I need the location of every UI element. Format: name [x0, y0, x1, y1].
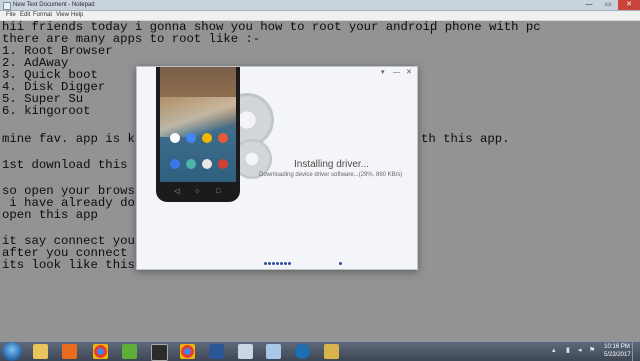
photos-icon[interactable] — [324, 344, 339, 359]
clock-time: 10:16 PM — [604, 344, 630, 350]
text-line: 1st download this — [2, 158, 128, 172]
apps-icon — [202, 159, 212, 169]
menu-edit[interactable]: Edit — [20, 11, 30, 20]
text-line-tail: th this app. — [421, 132, 510, 146]
chrome-icon[interactable] — [180, 344, 195, 359]
progress-indicator — [264, 262, 291, 265]
mouse-cursor — [431, 24, 432, 34]
messages-icon — [186, 159, 196, 169]
home-icon: ○ — [195, 188, 200, 195]
word-icon[interactable] — [209, 344, 224, 359]
start-button[interactable] — [2, 342, 22, 361]
text-line: open this app — [2, 208, 98, 222]
menu-format[interactable]: Format — [33, 11, 52, 20]
progress-dot — [272, 262, 275, 265]
progress-dot — [284, 262, 287, 265]
phone-wallpaper — [160, 97, 236, 137]
progress-dot — [276, 262, 279, 265]
play-store-icon — [218, 133, 228, 143]
text-line: mine fav. app is k — [2, 132, 135, 146]
volume-icon[interactable]: ◂ — [578, 347, 582, 355]
progress-dot — [264, 262, 267, 265]
dialog-menu-button[interactable]: ▾ — [381, 69, 385, 77]
recents-icon: □ — [216, 188, 221, 195]
dialog-close-button[interactable]: ✕ — [406, 69, 412, 77]
menu-bar: File Edit Format View Help — [0, 11, 640, 21]
progress-dot — [288, 262, 291, 265]
progress-dot — [339, 262, 342, 265]
notepad-titlebar: New Text Document - Notepad — ▭ ✕ — [0, 0, 640, 11]
utorrent-icon[interactable] — [122, 344, 137, 359]
firefox-icon[interactable] — [62, 344, 77, 359]
chrome-icon — [186, 133, 196, 143]
network-icon[interactable]: ▮ — [566, 347, 570, 355]
install-substatus: Downloading device driver software...(29… — [259, 172, 403, 178]
installer-dialog: ▾ — ✕ ◁ ○ □ Installing driver... Downloa… — [136, 66, 418, 270]
phone-icon — [170, 159, 180, 169]
video-editor-icon[interactable] — [151, 344, 168, 361]
explorer-icon[interactable] — [33, 344, 48, 359]
text-line: its look like this — [2, 258, 135, 272]
menu-file[interactable]: File — [6, 11, 16, 20]
kingoroot-icon[interactable] — [295, 344, 310, 359]
menu-help[interactable]: Help — [71, 11, 83, 20]
flag-icon[interactable]: ⚑ — [589, 347, 595, 355]
snipping-icon[interactable] — [238, 344, 253, 359]
taskbar: ▴ ▮ ◂ ⚑ 10:16 PM 5/23/2017 — [0, 341, 640, 361]
install-status: Installing driver... — [294, 159, 370, 170]
text-line: 6. kingoroot — [2, 104, 91, 118]
show-desktop-button[interactable] — [632, 342, 640, 361]
close-button[interactable]: ✕ — [618, 0, 640, 10]
chrome-icon[interactable] — [93, 344, 108, 359]
tray-up-arrow-icon[interactable]: ▴ — [552, 347, 556, 355]
notepad-icon[interactable] — [266, 344, 281, 359]
progress-dot — [280, 262, 283, 265]
back-icon: ◁ — [174, 188, 180, 195]
camera-icon — [218, 159, 228, 169]
dialog-minimize-button[interactable]: — — [393, 69, 400, 77]
notepad-app-icon — [3, 2, 11, 10]
photos-icon — [202, 133, 212, 143]
maximize-button[interactable]: ▭ — [599, 0, 617, 10]
clock[interactable]: 10:16 PM 5/23/2017 — [604, 343, 631, 359]
window-title: New Text Document - Notepad — [13, 2, 95, 8]
phone-illustration: ◁ ○ □ — [156, 67, 240, 202]
google-icon — [170, 133, 180, 143]
menu-view[interactable]: View — [56, 11, 69, 20]
phone-screen — [160, 67, 236, 182]
minimize-button[interactable]: — — [580, 0, 598, 10]
progress-dot — [268, 262, 271, 265]
clock-date: 5/23/2017 — [604, 352, 631, 358]
